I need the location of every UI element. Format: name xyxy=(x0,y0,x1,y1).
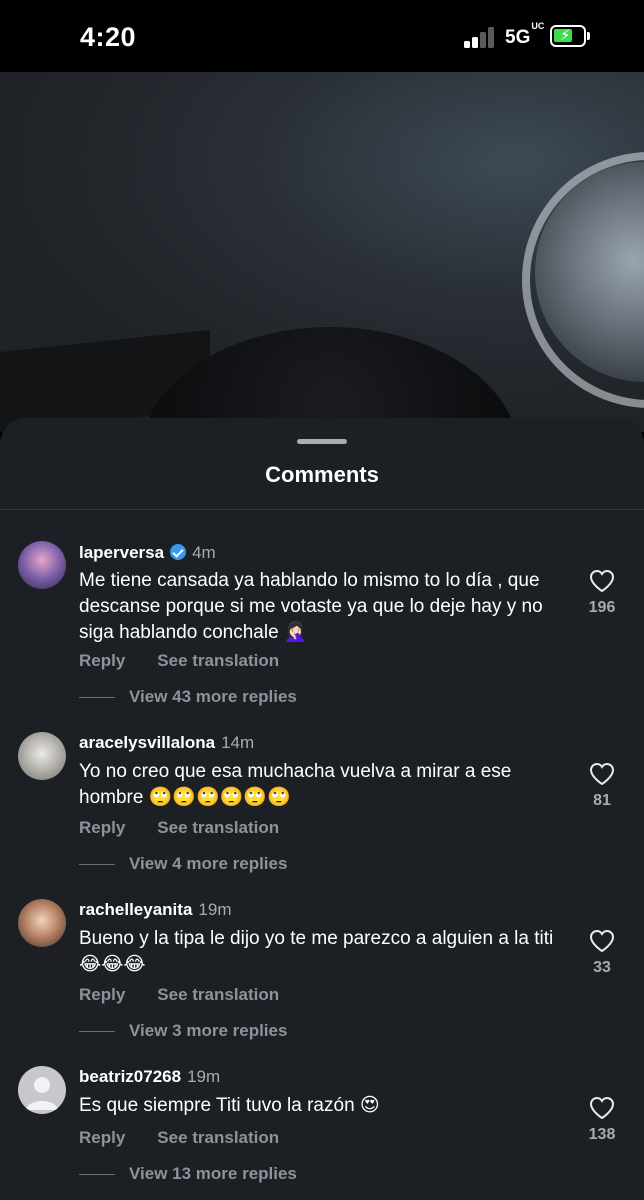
like-button[interactable]: 138 xyxy=(578,1096,626,1144)
see-translation-button[interactable]: See translation xyxy=(157,651,279,670)
view-replies-button[interactable]: View 4 more replies xyxy=(79,854,287,874)
status-bar: 4:20 5GUC ⚡ xyxy=(0,0,644,72)
battery-tip xyxy=(587,32,590,40)
comment-username[interactable]: aracelysvillalona xyxy=(79,733,215,752)
comment-time: 14m xyxy=(221,733,255,752)
reply-button[interactable]: Reply xyxy=(79,651,125,670)
comment-time: 19m xyxy=(198,900,232,919)
comment-username[interactable]: laperversa xyxy=(79,543,164,562)
battery-icon: ⚡ xyxy=(550,25,586,47)
heart-icon xyxy=(589,929,615,953)
like-button[interactable]: 196 xyxy=(578,569,626,617)
like-button[interactable]: 33 xyxy=(578,929,626,977)
comment-text: Yo no creo que esa muchacha vuelva a mir… xyxy=(79,761,512,808)
comment-username[interactable]: rachelleyanita xyxy=(79,900,192,919)
sheet-title: Comments xyxy=(265,462,379,487)
comment-time: 19m xyxy=(187,1067,221,1086)
comment-text: Bueno y la tipa le dijo yo te me parezco… xyxy=(79,928,554,975)
video-background[interactable] xyxy=(0,72,644,432)
default-avatar-icon xyxy=(26,1077,58,1110)
heart-icon xyxy=(589,762,615,786)
like-count: 196 xyxy=(588,599,616,616)
comment-time: 4m xyxy=(192,543,216,562)
divider xyxy=(0,509,644,510)
reply-button[interactable]: Reply xyxy=(79,1128,125,1147)
like-count: 81 xyxy=(593,792,611,809)
reply-button[interactable]: Reply xyxy=(79,985,125,1004)
view-replies-button[interactable]: View 3 more replies xyxy=(79,1021,287,1041)
reply-button[interactable]: Reply xyxy=(79,818,125,837)
view-replies-button[interactable]: View 43 more replies xyxy=(79,687,297,707)
comment-username[interactable]: beatriz07268 xyxy=(79,1067,181,1086)
avatar[interactable] xyxy=(18,732,66,780)
avatar[interactable] xyxy=(18,899,66,947)
see-translation-button[interactable]: See translation xyxy=(157,985,279,1004)
sheet-drag-handle[interactable] xyxy=(297,439,347,444)
cellular-signal-icon xyxy=(464,26,498,48)
heart-icon xyxy=(589,569,615,593)
network-type: 5GUC xyxy=(505,20,545,48)
comment-text: Es que siempre Titi tuvo la razón 😍 xyxy=(79,1095,380,1116)
see-translation-button[interactable]: See translation xyxy=(157,1128,279,1147)
like-button[interactable]: 81 xyxy=(578,762,626,810)
status-time: 4:20 xyxy=(80,22,137,52)
heart-icon xyxy=(589,1096,615,1120)
see-translation-button[interactable]: See translation xyxy=(157,818,279,837)
avatar[interactable] xyxy=(18,1066,66,1114)
view-replies-button[interactable]: View 13 more replies xyxy=(79,1164,297,1184)
avatar[interactable] xyxy=(18,541,66,589)
like-count: 138 xyxy=(588,1126,616,1143)
like-count: 33 xyxy=(593,959,611,976)
comment-text: Me tiene cansada ya hablando lo mismo to… xyxy=(79,570,543,643)
verified-badge-icon xyxy=(170,544,187,560)
